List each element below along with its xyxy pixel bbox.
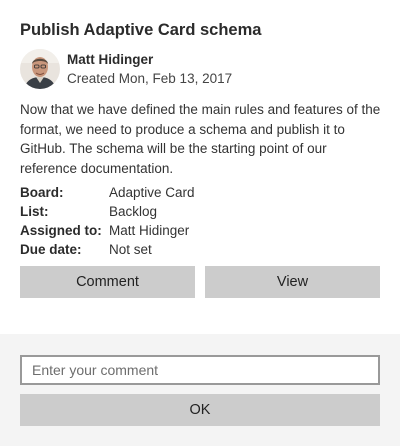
fact-row-board: Board: Adaptive Card <box>20 183 195 202</box>
card-title: Publish Adaptive Card schema <box>20 21 262 39</box>
view-button[interactable]: View <box>205 266 380 298</box>
author-name: Matt Hidinger <box>67 52 154 67</box>
fact-value: Adaptive Card <box>109 185 195 200</box>
fact-row-assigned: Assigned to: Matt Hidinger <box>20 221 195 240</box>
created-date: Created Mon, Feb 13, 2017 <box>67 71 233 86</box>
comment-panel: OK <box>0 334 400 446</box>
fact-title: Board: <box>20 185 64 200</box>
fact-title: Assigned to: <box>20 223 102 238</box>
fact-value: Backlog <box>109 204 158 219</box>
person-avatar-icon <box>20 49 60 89</box>
author-avatar <box>20 49 60 89</box>
comment-button[interactable]: Comment <box>20 266 195 298</box>
fact-value: Matt Hidinger <box>109 223 190 238</box>
fact-title: Due date: <box>20 242 82 257</box>
fact-row-due-date: Due date: Not set <box>20 240 195 259</box>
comment-input[interactable] <box>20 355 380 385</box>
fact-row-list: List: Backlog <box>20 202 195 221</box>
fact-value: Not set <box>109 242 152 257</box>
fact-title: List: <box>20 204 49 219</box>
adaptive-card: Publish Adaptive Card schema Matt Hiding… <box>0 0 400 446</box>
ok-button[interactable]: OK <box>20 394 380 426</box>
fact-set: Board: Adaptive Card List: Backlog Assig… <box>20 183 195 259</box>
card-description: Now that we have defined the main rules … <box>20 102 381 176</box>
